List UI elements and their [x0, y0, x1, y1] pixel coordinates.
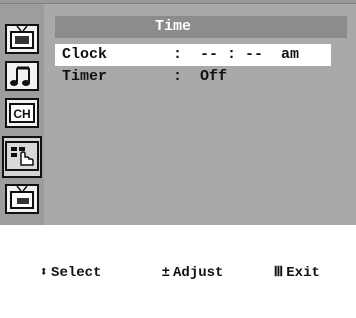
menu-title: Time — [55, 16, 347, 38]
menu-title-text: Time — [154, 18, 191, 35]
select-hint-label: Select — [51, 265, 102, 281]
tv-picture-icon[interactable] — [5, 24, 39, 54]
music-note-icon[interactable] — [5, 61, 39, 91]
select-hint: ⬍ Select — [6, 228, 102, 318]
exit-hint: Ⅲ Exit — [240, 228, 320, 318]
ch-icon[interactable]: CH — [5, 98, 39, 128]
clock-value: : -- : -- am — [173, 46, 300, 63]
adjust-hint-label: Adjust — [173, 265, 224, 281]
menu-row-timer[interactable]: Timer : Off — [55, 66, 331, 88]
timer-label: Timer — [62, 68, 108, 85]
tv-input-icon[interactable] — [5, 184, 39, 214]
adjust-hint: ± Adjust — [128, 228, 224, 318]
menu-row-clock[interactable]: Clock : -- : -- am — [55, 44, 331, 66]
setup-hand-icon[interactable] — [5, 141, 39, 171]
plus-minus-icon: ± — [161, 265, 171, 281]
menu-exit-icon: Ⅲ — [273, 265, 284, 281]
updown-arrow-icon: ⬍ — [39, 265, 49, 281]
clock-label: Clock — [62, 46, 108, 63]
ch-icon-label: CH — [13, 107, 30, 121]
footer-hints: ⬍ Select ± Adjust Ⅲ Exit — [0, 228, 356, 281]
exit-hint-label: Exit — [286, 265, 320, 281]
timer-value: : Off — [173, 68, 228, 85]
